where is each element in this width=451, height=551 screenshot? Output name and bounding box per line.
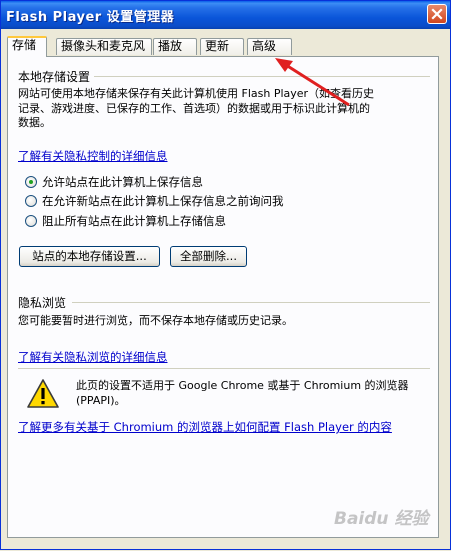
divider — [72, 302, 430, 303]
tab-advanced[interactable]: 高级 — [247, 38, 292, 55]
privacy-controls-link[interactable]: 了解有关隐私控制的详细信息 — [18, 148, 168, 164]
title-bar[interactable]: Flash Player 设置管理器 — [1, 1, 450, 29]
description-line: 网站可使用本地存储来保存有关此计算机使用 Flash Player（如查看历史 — [18, 87, 375, 100]
tab-label: 高级 — [252, 39, 277, 53]
private-browsing-link[interactable]: 了解有关隐私浏览的详细信息 — [18, 349, 168, 365]
divider — [94, 76, 430, 77]
local-storage-title: 本地存储设置 — [18, 70, 91, 84]
close-icon — [431, 8, 443, 20]
private-browsing-title: 隐私浏览 — [18, 296, 67, 310]
description-line: 记录、游戏进度、已保存的工作、首选项）的数据或用于标识此计算机的 — [18, 101, 370, 115]
delete-all-button[interactable]: 全部删除... — [170, 246, 247, 267]
tab-storage[interactable]: 存储 — [7, 36, 47, 57]
notice-line: 此页的设置不适用于 Google Chrome 或基于 Chromium 的浏览… — [76, 379, 409, 392]
close-button[interactable] — [427, 4, 447, 24]
option-label: 阻止所有站点在此计算机上存储信息 — [42, 214, 226, 228]
divider — [18, 368, 430, 369]
radio-button[interactable] — [25, 176, 37, 188]
tab-playback[interactable]: 播放 — [153, 38, 197, 55]
tab-label: 播放 — [158, 39, 183, 53]
option-label: 允许站点在此计算机上保存信息 — [42, 175, 203, 189]
tab-camera-microphone[interactable]: 摄像头和麦克风 — [56, 38, 152, 55]
option-block[interactable]: 阻止所有站点在此计算机上存储信息 — [25, 213, 226, 229]
baidu-watermark: Baidu 经验 — [334, 509, 429, 529]
radio-button[interactable] — [25, 195, 37, 207]
option-allow[interactable]: 允许站点在此计算机上保存信息 — [25, 174, 203, 190]
radio-button[interactable] — [25, 215, 37, 227]
tab-label: 摄像头和麦克风 — [61, 39, 146, 53]
private-browsing-description: 您可能要暂时进行浏览，而不保存本地存储或历史记录。 — [18, 314, 293, 327]
option-ask[interactable]: 在允许新站点在此计算机上保存信息之前询问我 — [25, 193, 284, 209]
storage-panel: 本地存储设置 网站可使用本地存储来保存有关此计算机使用 Flash Player… — [7, 56, 439, 538]
option-label: 在允许新站点在此计算机上保存信息之前询问我 — [42, 194, 284, 208]
notice-line: (PPAPI)。 — [76, 393, 126, 407]
local-storage-description: 网站可使用本地存储来保存有关此计算机使用 Flash Player（如查看历史 … — [18, 87, 374, 131]
settings-manager-window: Flash Player 设置管理器 存储 摄像头和麦克风 播放 更新 高级 本… — [0, 0, 451, 550]
site-storage-settings-button[interactable]: 站点的本地存储设置... — [19, 246, 160, 267]
tab-label: 存储 — [12, 38, 37, 52]
chromium-config-link[interactable]: 了解更多有关基于 Chromium 的浏览器上如何配置 Flash Player… — [18, 419, 392, 435]
warning-icon — [27, 379, 59, 408]
chrome-notice: 此页的设置不适用于 Google Chrome 或基于 Chromium 的浏览… — [9, 370, 437, 410]
window-title: Flash Player 设置管理器 — [6, 10, 175, 25]
description-line: 数据。 — [18, 116, 51, 129]
tab-label: 更新 — [205, 39, 230, 53]
notice-text: 此页的设置不适用于 Google Chrome 或基于 Chromium 的浏览… — [76, 379, 409, 408]
tab-updates[interactable]: 更新 — [200, 38, 244, 55]
